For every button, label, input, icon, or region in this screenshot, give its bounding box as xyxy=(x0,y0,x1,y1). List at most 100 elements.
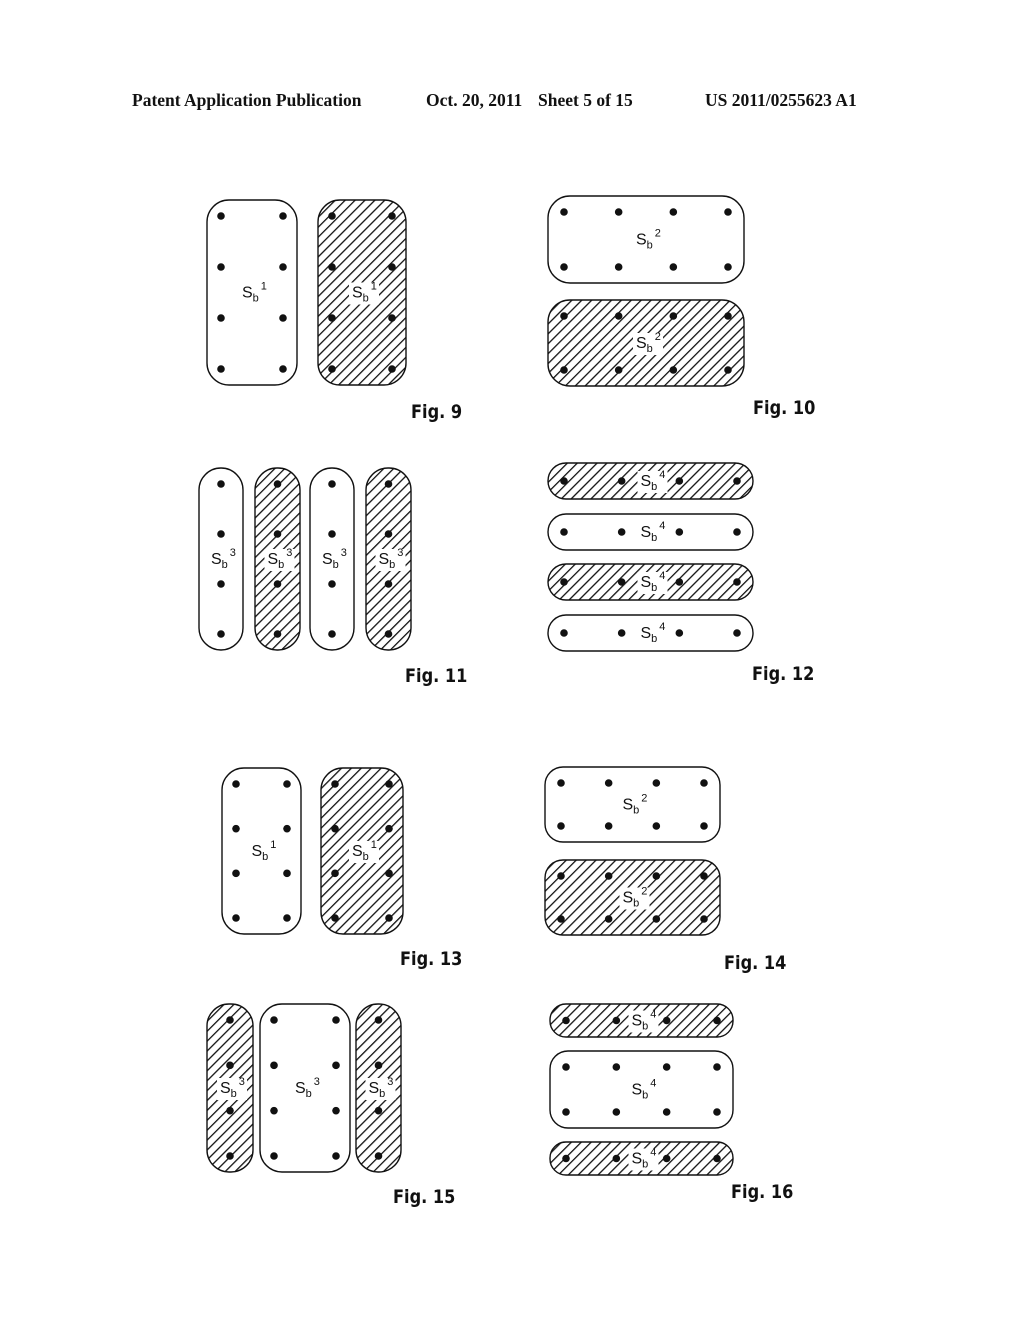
rebar-dot xyxy=(374,1061,383,1070)
blank-segment: Sb2 xyxy=(544,766,721,843)
rebar-dot xyxy=(270,1061,278,1070)
figure-label-12: Fig. 12 xyxy=(752,663,815,685)
blank-segment: Sb3 xyxy=(309,467,355,651)
rebar-dot xyxy=(669,208,678,216)
rebar-dot xyxy=(232,869,240,878)
rebar-dot xyxy=(560,366,568,374)
rebar-dot xyxy=(270,1152,278,1160)
rebar-dot xyxy=(328,314,336,322)
rebar-dot xyxy=(562,1108,570,1116)
rebar-dot xyxy=(562,1154,570,1163)
rebar-dot xyxy=(700,915,708,923)
rebar-dot xyxy=(217,480,225,488)
hatched-segment: Sb4 xyxy=(549,1141,734,1176)
rebar-dot xyxy=(385,780,393,788)
hatched-segment: Sb2 xyxy=(544,859,721,936)
rebar-dot xyxy=(385,824,393,833)
rebar-dot xyxy=(724,263,732,271)
rebar-dot xyxy=(557,872,565,880)
hatched-segment: Sb2 xyxy=(547,299,745,387)
rebar-dot xyxy=(733,578,741,586)
rebar-dot xyxy=(279,263,287,271)
rebar-dot xyxy=(384,530,393,538)
rebar-dot xyxy=(652,915,661,923)
rebar-dot xyxy=(328,212,336,220)
blank-segment: Sb3 xyxy=(259,1003,351,1173)
rebar-dot xyxy=(273,530,282,538)
blank-segment: Sb3 xyxy=(198,467,244,651)
rebar-dot xyxy=(617,629,626,637)
rebar-dot xyxy=(388,365,396,373)
rebar-dot xyxy=(557,822,565,830)
rebar-dot xyxy=(328,365,336,373)
figure-label-15: Fig. 15 xyxy=(393,1186,456,1208)
rebar-dot xyxy=(604,779,613,787)
rebar-dot xyxy=(733,629,741,637)
hatched-segment: Sb4 xyxy=(547,462,754,500)
rebar-dot xyxy=(283,780,291,788)
rebar-dot xyxy=(232,914,240,922)
figure-fig15: Sb3 Sb3 Sb3 xyxy=(206,1003,402,1173)
rebar-dot xyxy=(331,914,339,922)
rebar-dot xyxy=(700,822,708,830)
rebar-dot xyxy=(279,212,287,220)
rebar-dot xyxy=(388,212,396,220)
rebar-dot xyxy=(713,1063,721,1071)
rebar-dot xyxy=(279,314,287,322)
rebar-dot xyxy=(232,780,240,788)
rebar-dot xyxy=(217,530,225,538)
rebar-dot xyxy=(332,1016,340,1024)
figure-label-16: Fig. 16 xyxy=(731,1181,794,1203)
rebar-dot xyxy=(675,629,684,637)
rebar-dot xyxy=(388,263,396,271)
rebar-dot xyxy=(614,263,623,271)
rebar-dot xyxy=(652,872,661,880)
rebar-dot xyxy=(328,530,336,538)
rebar-dot xyxy=(557,915,565,923)
rebar-dot xyxy=(562,1016,570,1025)
rebar-dot xyxy=(283,824,291,833)
rebar-dot xyxy=(374,1152,383,1160)
rebar-dot xyxy=(662,1154,671,1163)
rebar-dot xyxy=(279,365,287,373)
rebar-dot xyxy=(384,630,393,638)
rebar-dot xyxy=(662,1063,671,1071)
rebar-dot xyxy=(560,263,568,271)
rebar-dot xyxy=(614,208,623,216)
rebar-dot xyxy=(328,480,336,488)
rebar-dot xyxy=(217,314,225,322)
rebar-dot xyxy=(675,477,684,485)
hatched-segment: Sb4 xyxy=(549,1003,734,1038)
rebar-dot xyxy=(217,212,225,220)
blank-segment: Sb1 xyxy=(221,767,302,935)
blank-segment: Sb4 xyxy=(549,1050,734,1129)
figure-fig9: Sb1 Sb1 xyxy=(206,199,407,386)
figure-fig11: Sb3 Sb3 Sb3 Sb3 xyxy=(198,467,412,651)
figure-fig16: Sb4 Sb4 Sb4 xyxy=(549,1003,734,1176)
figure-label-14: Fig. 14 xyxy=(724,952,787,974)
rebar-dot xyxy=(612,1154,621,1163)
rebar-dot xyxy=(617,477,626,485)
rebar-dot xyxy=(328,580,336,588)
rebar-dot xyxy=(217,365,225,373)
rebar-dot xyxy=(612,1016,621,1025)
rebar-dot xyxy=(217,630,225,638)
rebar-dot xyxy=(675,528,684,536)
rebar-dot xyxy=(662,1016,671,1025)
rebar-dot xyxy=(614,312,623,320)
rebar-dot xyxy=(617,578,626,586)
rebar-dot xyxy=(374,1016,383,1024)
rebar-dot xyxy=(560,312,568,320)
rebar-dot xyxy=(604,822,613,830)
hatched-segment: Sb1 xyxy=(317,199,407,386)
figure-label-9: Fig. 9 xyxy=(411,401,463,423)
rebar-dot xyxy=(713,1108,721,1116)
figure-label-10: Fig. 10 xyxy=(753,397,816,419)
figure-fig10: Sb2Sb2 xyxy=(547,195,745,387)
rebar-dot xyxy=(612,1063,621,1071)
figure-fig14: Sb2Sb2 xyxy=(544,766,721,936)
rebar-dot xyxy=(604,915,613,923)
rebar-dot xyxy=(700,872,708,880)
hatched-segment: Sb1 xyxy=(320,767,404,935)
rebar-dot xyxy=(560,629,568,637)
